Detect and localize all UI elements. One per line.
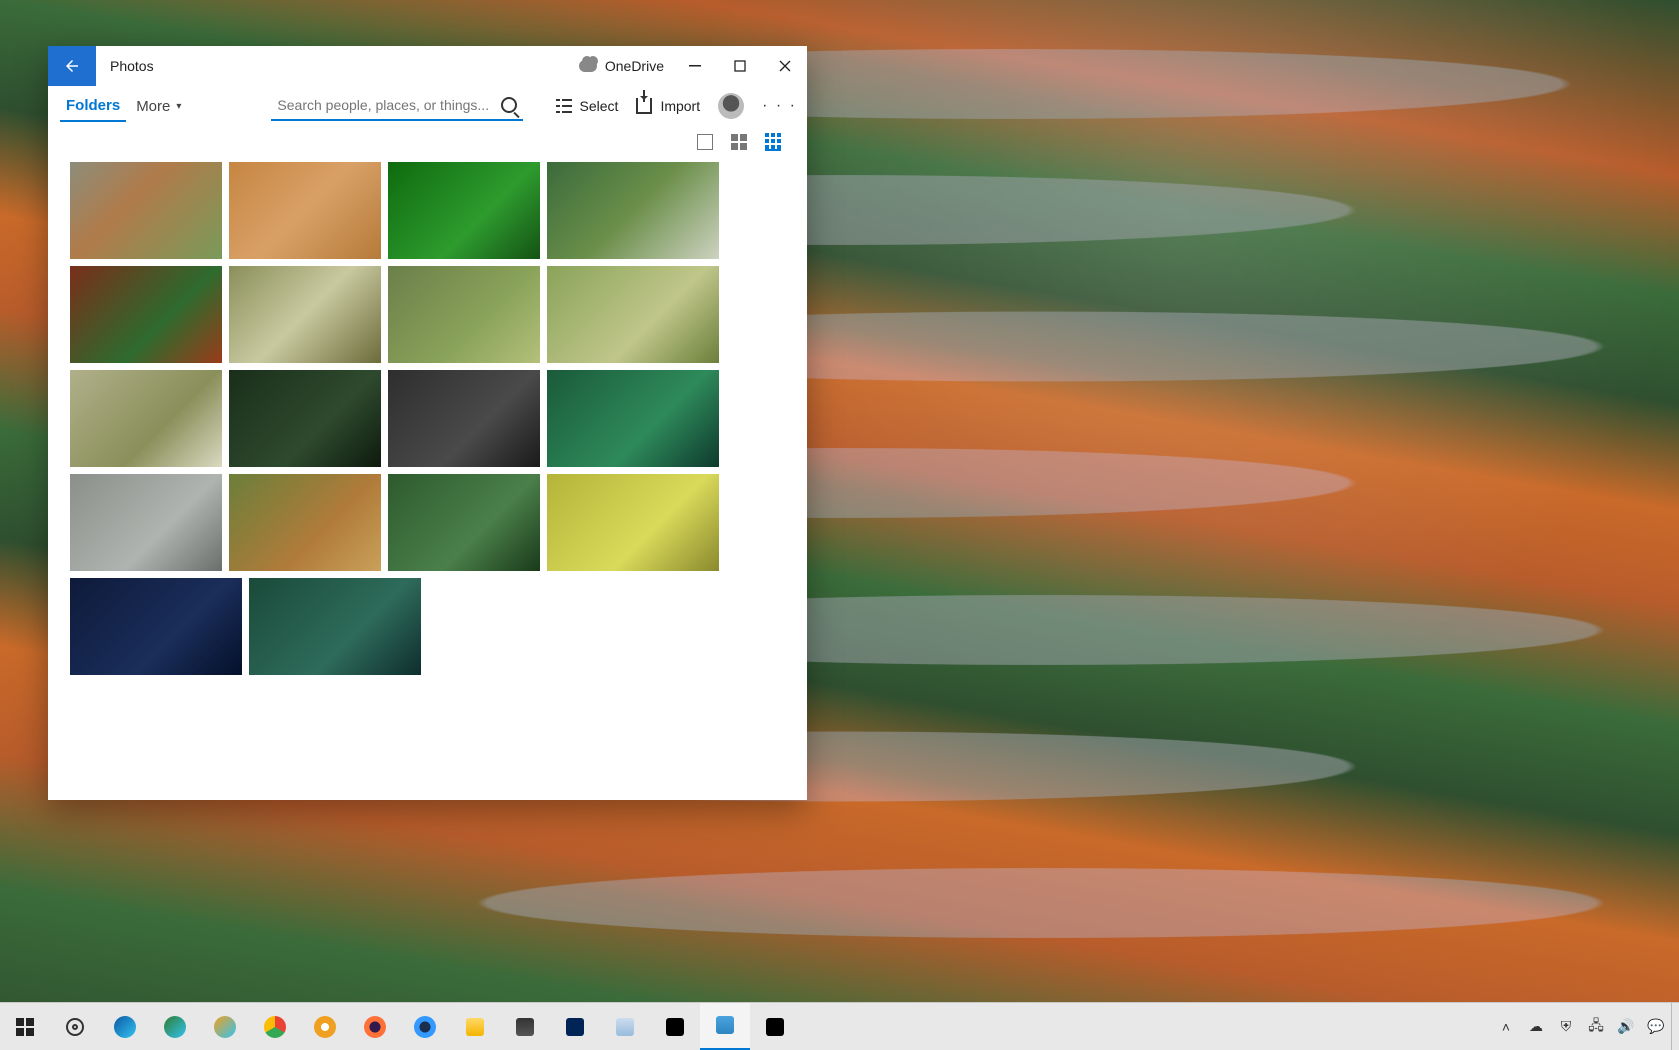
taskbar-edge[interactable] xyxy=(100,1003,150,1050)
tray-onedrive-tray[interactable]: ☁ xyxy=(1521,1003,1551,1050)
cmd-icon xyxy=(666,1018,684,1036)
chrome-icon xyxy=(264,1016,286,1038)
thumbnail-photo-11[interactable] xyxy=(388,370,540,467)
thumbnail-photo-02[interactable] xyxy=(229,162,381,259)
thumbnail-photo-04[interactable] xyxy=(547,162,719,259)
tray-security[interactable]: ⛨ xyxy=(1551,1003,1581,1050)
thumbnail-photo-07[interactable] xyxy=(388,266,540,363)
thumbnail-photo-13[interactable] xyxy=(70,474,222,571)
taskbar-settings[interactable] xyxy=(50,1003,100,1050)
taskbar-terminal[interactable] xyxy=(750,1003,800,1050)
chrome-canary-icon xyxy=(314,1016,336,1038)
tray-tray-overflow[interactable]: ˄ xyxy=(1491,1003,1521,1050)
thumbnail-photo-10[interactable] xyxy=(229,370,381,467)
import-button[interactable]: Import xyxy=(636,98,700,114)
search-box[interactable] xyxy=(271,91,523,121)
notepad-icon xyxy=(616,1018,634,1036)
taskbar-microsoft-store[interactable] xyxy=(500,1003,550,1050)
import-icon xyxy=(636,98,652,114)
tray-volume[interactable]: 🔊 xyxy=(1611,1003,1641,1050)
thumbnail-photo-18[interactable] xyxy=(249,578,421,675)
taskbar-edge-dev[interactable] xyxy=(150,1003,200,1050)
thumbnail-photo-01[interactable] xyxy=(70,162,222,259)
desktop: Photos OneDrive Folders More ▾ xyxy=(0,0,1679,1050)
thumbnail-photo-09[interactable] xyxy=(70,370,222,467)
taskbar-notepad[interactable] xyxy=(600,1003,650,1050)
terminal-icon xyxy=(766,1018,784,1036)
photos-window: Photos OneDrive Folders More ▾ xyxy=(48,46,807,800)
onedrive-label: OneDrive xyxy=(605,58,664,74)
thumbnail-photo-05[interactable] xyxy=(70,266,222,363)
thumbnail-photo-03[interactable] xyxy=(388,162,540,259)
taskbar-chrome-canary[interactable] xyxy=(300,1003,350,1050)
taskbar-cmd[interactable] xyxy=(650,1003,700,1050)
user-avatar[interactable] xyxy=(718,93,744,119)
edge-canary-icon xyxy=(214,1016,236,1038)
back-button[interactable] xyxy=(48,46,96,86)
settings-icon xyxy=(66,1018,84,1036)
taskbar-chrome[interactable] xyxy=(250,1003,300,1050)
search-input[interactable] xyxy=(277,97,495,113)
view-medium-icon[interactable] xyxy=(731,134,747,150)
tab-more[interactable]: More ▾ xyxy=(136,98,181,115)
taskbar-edge-canary[interactable] xyxy=(200,1003,250,1050)
start-icon xyxy=(16,1018,34,1036)
cloud-icon xyxy=(579,60,597,72)
chevron-down-icon: ▾ xyxy=(176,101,181,112)
taskbar-firefox[interactable] xyxy=(350,1003,400,1050)
edge-icon xyxy=(114,1016,136,1038)
onedrive-status[interactable]: OneDrive xyxy=(579,58,664,74)
taskbar-photos[interactable] xyxy=(700,1003,750,1050)
arrow-left-icon xyxy=(63,57,81,75)
photos-icon xyxy=(716,1016,734,1034)
thumbnail-photo-15[interactable] xyxy=(388,474,540,571)
select-icon xyxy=(556,99,572,113)
photo-gallery xyxy=(48,158,807,800)
toolbar: Folders More ▾ Select Import · · · xyxy=(48,86,807,126)
more-options-button[interactable]: · · · xyxy=(762,97,797,115)
view-switcher xyxy=(48,126,807,158)
show-desktop-button[interactable] xyxy=(1671,1003,1679,1050)
search-icon xyxy=(501,97,517,113)
thumbnail-photo-12[interactable] xyxy=(547,370,719,467)
window-title: Photos xyxy=(110,58,154,74)
taskbar: ˄☁⛨🖧🔊💬 xyxy=(0,1002,1679,1050)
close-button[interactable] xyxy=(762,46,807,86)
thumbnail-photo-06[interactable] xyxy=(229,266,381,363)
powershell-icon xyxy=(566,1018,584,1036)
view-small-grid-icon[interactable] xyxy=(765,133,781,151)
thumbnail-photo-08[interactable] xyxy=(547,266,719,363)
firefox-icon xyxy=(364,1016,386,1038)
thumbnail-photo-17[interactable] xyxy=(70,578,242,675)
taskbar-file-explorer[interactable] xyxy=(450,1003,500,1050)
firefox-dev-icon xyxy=(414,1016,436,1038)
file-explorer-icon xyxy=(466,1018,484,1036)
taskbar-firefox-dev[interactable] xyxy=(400,1003,450,1050)
tab-folders[interactable]: Folders xyxy=(60,91,126,122)
taskbar-powershell[interactable] xyxy=(550,1003,600,1050)
edge-dev-icon xyxy=(164,1016,186,1038)
maximize-button[interactable] xyxy=(717,46,762,86)
minimize-button[interactable] xyxy=(672,46,717,86)
thumbnail-photo-16[interactable] xyxy=(547,474,719,571)
select-button[interactable]: Select xyxy=(556,98,619,114)
title-bar: Photos OneDrive xyxy=(48,46,807,86)
tray-notifications[interactable]: 💬 xyxy=(1641,1003,1671,1050)
microsoft-store-icon xyxy=(516,1018,534,1036)
taskbar-start[interactable] xyxy=(0,1003,50,1050)
thumbnail-photo-14[interactable] xyxy=(229,474,381,571)
view-single-icon[interactable] xyxy=(697,134,713,150)
tray-network[interactable]: 🖧 xyxy=(1581,1003,1611,1050)
